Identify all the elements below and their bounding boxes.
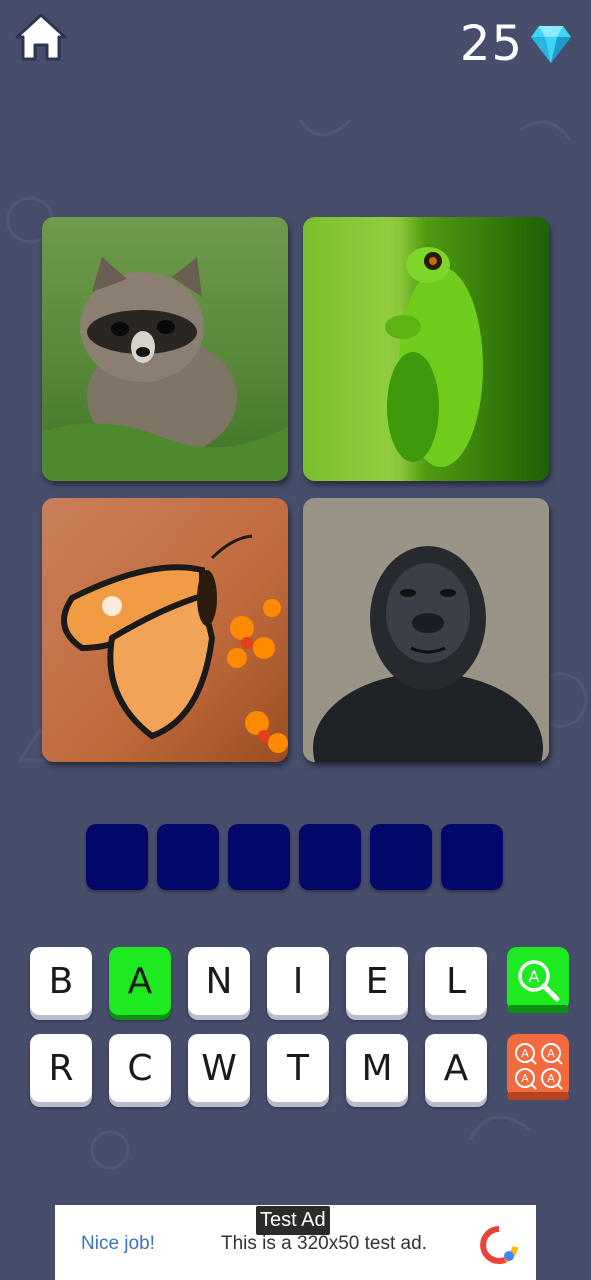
answer-slot[interactable] <box>86 824 148 890</box>
answer-slot[interactable] <box>228 824 290 890</box>
letter-key-m[interactable]: M <box>346 1034 408 1102</box>
letter-key-l[interactable]: L <box>425 947 487 1015</box>
answer-slot[interactable] <box>441 824 503 890</box>
remove-letters-button[interactable]: AA AA <box>507 1034 569 1102</box>
ad-label: Test Ad <box>256 1206 330 1235</box>
svg-text:A: A <box>547 1047 555 1060</box>
ad-nice-job[interactable]: Nice job! <box>81 1233 155 1255</box>
letter-key-a[interactable]: A <box>425 1034 487 1102</box>
home-button[interactable] <box>14 12 68 62</box>
letter-key-w[interactable]: W <box>188 1034 250 1102</box>
ad-text: This is a 320x50 test ad. <box>221 1233 427 1254</box>
letter-key-t[interactable]: T <box>267 1034 329 1102</box>
puzzle-image-frog <box>303 217 549 481</box>
letter-key-b[interactable]: B <box>30 947 92 1015</box>
svg-text:A: A <box>529 967 540 986</box>
reveal-letter-button[interactable]: A <box>507 947 569 1015</box>
letter-key-c[interactable]: C <box>109 1034 171 1102</box>
magnifier-letter-icon: A <box>507 947 569 1013</box>
puzzle-image-butterfly <box>42 498 288 762</box>
coin-count: 25 <box>459 16 523 72</box>
letter-key-r[interactable]: R <box>30 1034 92 1102</box>
ad-logo-icon <box>480 1226 518 1264</box>
puzzle-image-gorilla <box>303 498 549 762</box>
svg-text:A: A <box>547 1072 555 1085</box>
letter-key-i[interactable]: I <box>267 947 329 1015</box>
answer-slot[interactable] <box>299 824 361 890</box>
coin-counter: 25 <box>460 16 573 72</box>
letter-key-a-highlighted[interactable]: A <box>109 947 171 1015</box>
svg-text:A: A <box>521 1072 529 1085</box>
answer-slots <box>86 824 503 890</box>
puzzle-image-raccoon <box>42 217 288 481</box>
letter-key-e[interactable]: E <box>346 947 408 1015</box>
svg-text:A: A <box>521 1047 529 1060</box>
letter-key-n[interactable]: N <box>188 947 250 1015</box>
quad-letter-icon: AA AA <box>507 1034 569 1100</box>
answer-slot[interactable] <box>370 824 432 890</box>
answer-slot[interactable] <box>157 824 219 890</box>
diamond-icon <box>531 26 571 63</box>
